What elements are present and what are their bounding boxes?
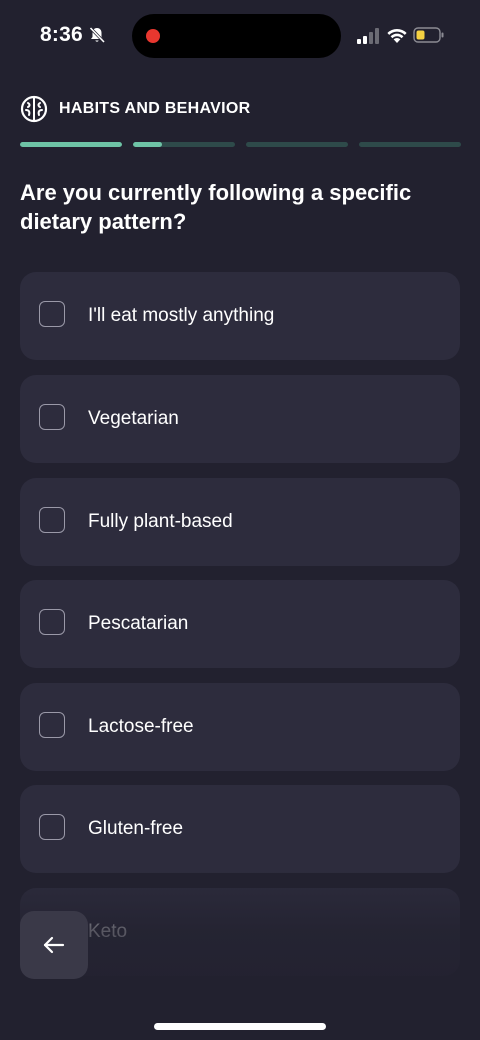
progress-segment-fill: [133, 142, 162, 147]
recording-indicator: [146, 29, 160, 43]
section-title: HABITS AND BEHAVIOR: [59, 100, 251, 117]
section-header: HABITS AND BEHAVIOR: [20, 94, 250, 124]
question-title: Are you currently following a specific d…: [20, 180, 412, 234]
option-label: Fully plant-based: [88, 511, 233, 532]
home-indicator[interactable]: [154, 1023, 326, 1030]
dynamic-island: [132, 14, 341, 58]
progress-segment: [246, 142, 348, 147]
progress-segment: [359, 142, 461, 147]
battery-icon: [413, 27, 444, 43]
option-checkbox[interactable]: [39, 507, 65, 533]
status-bar: 8:36: [0, 0, 480, 72]
option-card[interactable]: Gluten-free: [20, 785, 460, 873]
option-label: Gluten-free: [88, 818, 184, 839]
signal-icon: [357, 28, 379, 44]
option-checkbox[interactable]: [39, 712, 65, 738]
progress-segment: [133, 142, 235, 147]
bell-slash-icon: [89, 26, 106, 44]
screen: 8:36 HABITS AND BEHAVIOR Are you current…: [0, 0, 480, 1040]
option-card[interactable]: I'll eat mostly anything: [20, 272, 460, 360]
option-card[interactable]: Pescatarian: [20, 580, 460, 668]
option-card[interactable]: Fully plant-based: [20, 478, 460, 566]
option-label: I'll eat mostly anything: [88, 305, 275, 326]
option-checkbox[interactable]: [39, 301, 65, 327]
brain-icon: [20, 95, 48, 123]
arrow-left-icon: [43, 936, 65, 954]
option-label: Vegetarian: [88, 408, 179, 429]
option-checkbox[interactable]: [39, 404, 65, 430]
option-checkbox[interactable]: [39, 814, 65, 840]
wifi-icon: [387, 28, 407, 43]
back-button[interactable]: [20, 911, 88, 979]
option-label: Pescatarian: [88, 613, 189, 634]
option-label: Lactose-free: [88, 716, 194, 737]
progress-segment: [20, 142, 122, 147]
progress-bar: [20, 142, 461, 148]
status-time: 8:36: [40, 23, 83, 46]
option-checkbox[interactable]: [39, 609, 65, 635]
option-label: Keto: [88, 921, 128, 942]
option-card[interactable]: Lactose-free: [20, 683, 460, 771]
option-card[interactable]: Vegetarian: [20, 375, 460, 463]
progress-segment-fill: [20, 142, 122, 147]
